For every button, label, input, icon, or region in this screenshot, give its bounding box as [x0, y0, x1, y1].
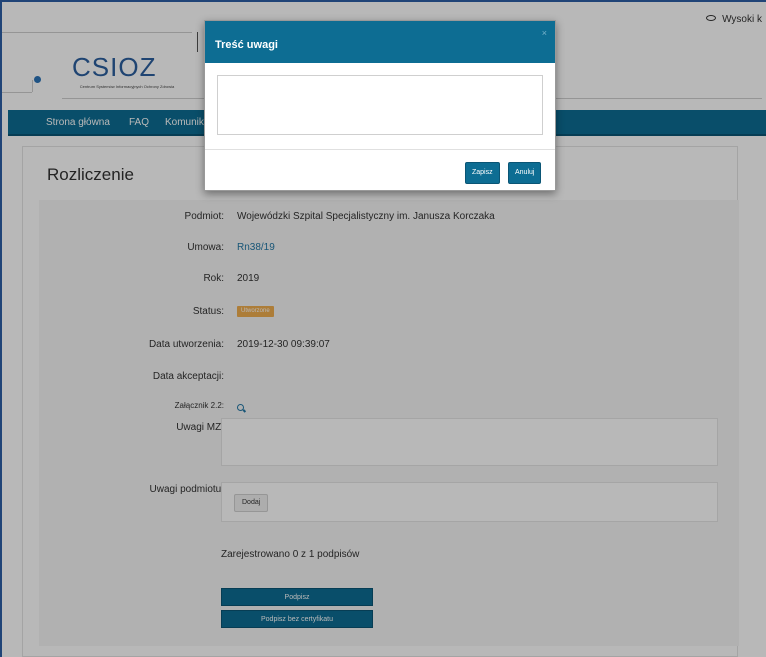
note-textarea[interactable]: [217, 75, 543, 135]
save-button[interactable]: Zapisz: [465, 162, 500, 184]
modal-title: Treść uwagi: [215, 39, 278, 51]
modal-header: Treść uwagi ×: [205, 21, 555, 63]
note-modal: Treść uwagi × Zapisz Anuluj: [204, 20, 556, 191]
modal-footer: Zapisz Anuluj: [205, 149, 555, 190]
close-icon[interactable]: ×: [542, 28, 547, 38]
cancel-button[interactable]: Anuluj: [508, 162, 542, 184]
